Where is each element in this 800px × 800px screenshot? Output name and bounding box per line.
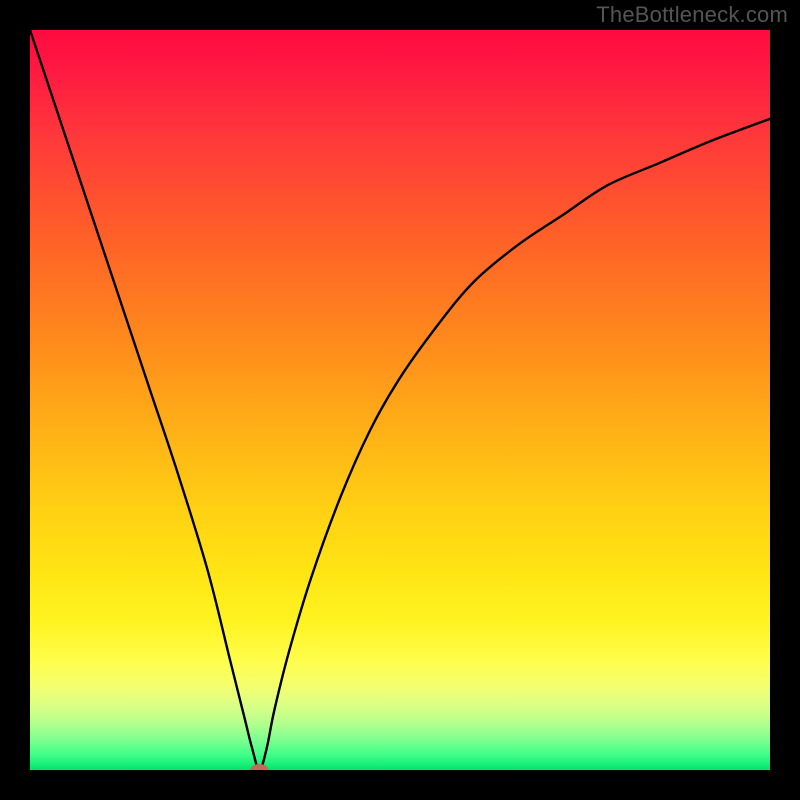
watermark-text: TheBottleneck.com [596,2,788,28]
chart-stage: TheBottleneck.com [0,0,800,800]
bottleneck-curve [30,30,770,770]
plot-area [30,30,770,770]
curve-layer [30,30,770,770]
minimum-marker [250,764,268,770]
